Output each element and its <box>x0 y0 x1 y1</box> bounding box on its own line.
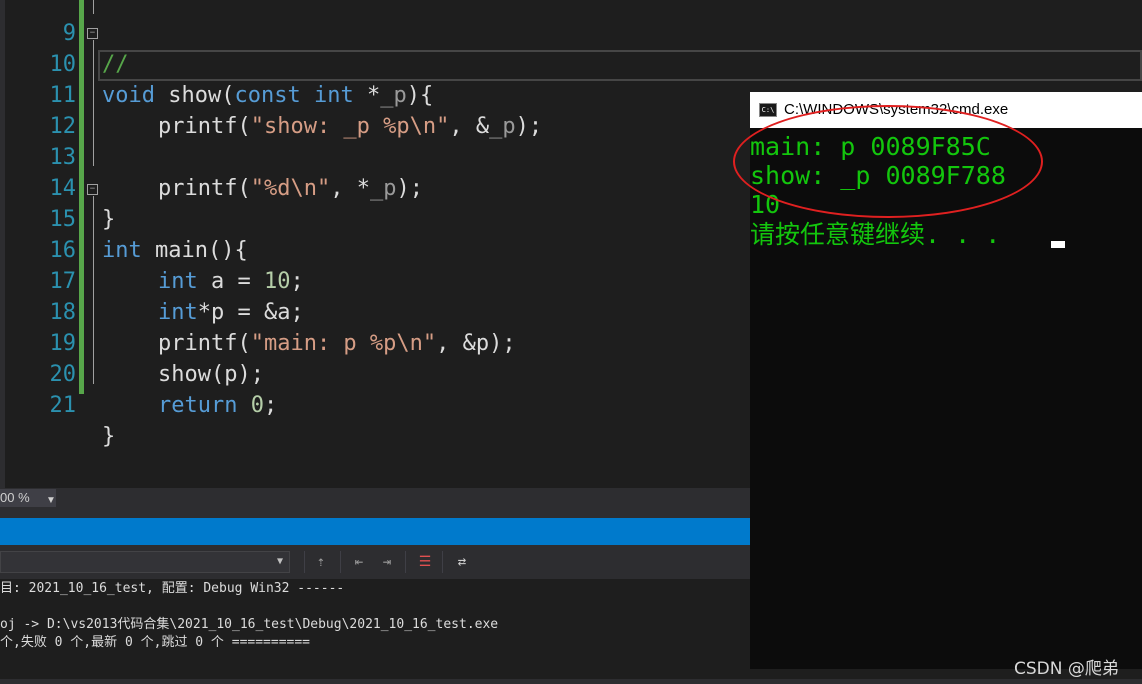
code-line: 19 show(p); <box>0 297 750 387</box>
code-text: return 0; <box>158 393 278 418</box>
find-previous-icon[interactable]: ⇤ <box>350 553 368 571</box>
code-text: } <box>102 424 116 449</box>
code-line: 10 void show(const int *_p){ <box>0 18 750 108</box>
code-line: 9 // <box>0 0 750 77</box>
output-clear-icon[interactable]: ☰ <box>416 553 434 571</box>
chevron-down-icon[interactable]: ▼ <box>277 556 283 567</box>
line-number: 21 <box>49 393 77 418</box>
cmd-window-icon: C:\ <box>759 103 777 117</box>
code-line: 13 printf("%d\n", *_p); <box>0 111 750 201</box>
bottom-edge <box>0 679 1142 684</box>
find-next-icon[interactable]: ⇥ <box>378 553 396 571</box>
output-panel-header <box>0 518 750 545</box>
toolbar-separator <box>340 551 341 573</box>
zoom-level: 00 % <box>0 490 30 505</box>
code-line: 17 int*p = &a; <box>0 235 750 325</box>
toolbar-separator <box>442 551 443 573</box>
output-toolbar: ▼ ⇡ ⇤ ⇥ ☰ ⇄ <box>0 545 750 579</box>
output-line: 目: 2021_10_16_test, 配置: Debug Win32 ----… <box>0 581 345 596</box>
code-line: 21 } <box>0 359 750 449</box>
code-line: 12 <box>0 80 750 139</box>
code-line: 20 return 0; <box>0 328 750 418</box>
code-line: 14 } <box>0 142 750 232</box>
console-cursor <box>1051 241 1065 248</box>
panel-gap <box>0 508 750 518</box>
annotation-ellipse <box>733 105 1043 218</box>
output-line: oj -> D:\vs2013代码合集\2021_10_16_test\Debu… <box>0 617 499 632</box>
watermark: CSDN @爬弟 <box>1014 659 1119 679</box>
output-source-dropdown[interactable]: ▼ <box>0 551 290 573</box>
output-line: 个,失败 0 个,最新 0 个,跳过 0 个 ========== <box>0 635 311 650</box>
word-wrap-icon[interactable]: ⇄ <box>453 553 471 571</box>
toolbar-separator <box>304 551 305 573</box>
toolbar-separator <box>405 551 406 573</box>
zoom-select[interactable]: 00 % ▼ <box>0 489 56 507</box>
code-line: 18 printf("main: p %p\n", &p); <box>0 266 750 356</box>
console-output-line: 请按任意键继续. . . <box>750 220 1001 249</box>
code-line: 15 int main(){ <box>0 173 750 263</box>
go-to-previous-icon[interactable]: ⇡ <box>312 553 330 571</box>
editor-status-bar: 00 % ▼ <box>0 488 750 508</box>
output-pane[interactable]: 目: 2021_10_16_test, 配置: Debug Win32 ----… <box>0 579 750 684</box>
code-line: 16 int a = 10; <box>0 204 750 294</box>
code-line: 11 printf("show: _p %p\n", &_p); <box>0 49 750 139</box>
